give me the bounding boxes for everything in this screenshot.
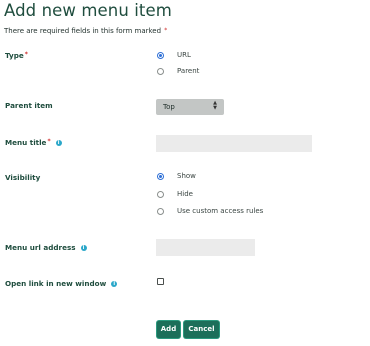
visibility-custom-radio[interactable]	[157, 208, 164, 215]
menu-url-label: Menu url address i	[5, 243, 87, 252]
required-marker: *	[24, 51, 28, 58]
menu-title-input[interactable]	[156, 135, 312, 152]
select-arrow-down-glyph: ▼	[213, 105, 217, 111]
visibility-show-label[interactable]: Show	[177, 172, 196, 180]
required-marker: *	[47, 138, 51, 145]
required-fields-note: There are required fields in this form m…	[4, 27, 167, 35]
page-title: Add new menu item	[4, 1, 172, 20]
visibility-show-radio[interactable]	[157, 173, 164, 180]
info-icon[interactable]: i	[111, 281, 118, 287]
menu-url-label-text: Menu url address	[5, 243, 76, 252]
type-url-label[interactable]: URL	[177, 51, 191, 59]
type-url-radio[interactable]	[157, 52, 164, 59]
required-note-text: There are required fields in this form m…	[4, 27, 162, 35]
type-label-text: Type	[5, 51, 24, 60]
visibility-label: Visibility	[5, 173, 41, 182]
menu-title-label-text: Menu title	[5, 138, 47, 147]
cancel-button[interactable]: Cancel	[184, 321, 219, 338]
visibility-hide-radio[interactable]	[157, 191, 164, 198]
new-window-label: Open link in new window i	[5, 279, 118, 288]
parent-item-select[interactable]: Top ▲ ▼	[156, 99, 224, 115]
info-icon[interactable]: i	[80, 245, 87, 251]
type-label: Type*	[5, 51, 28, 60]
info-icon[interactable]: i	[55, 140, 62, 146]
parent-item-selected-value: Top	[163, 103, 175, 111]
add-button[interactable]: Add	[157, 321, 180, 338]
type-parent-radio[interactable]	[157, 68, 164, 75]
visibility-hide-label[interactable]: Hide	[177, 190, 193, 198]
type-parent-label[interactable]: Parent	[177, 67, 199, 75]
menu-title-label: Menu title* i	[5, 138, 62, 147]
visibility-custom-label[interactable]: Use custom access rules	[177, 207, 263, 215]
parent-item-label: Parent item	[5, 101, 53, 110]
menu-url-input[interactable]	[156, 239, 255, 256]
select-arrows-icon: ▲ ▼	[213, 101, 217, 111]
required-marker: *	[164, 27, 168, 34]
new-window-label-text: Open link in new window	[5, 279, 107, 288]
new-window-checkbox[interactable]	[157, 278, 164, 285]
